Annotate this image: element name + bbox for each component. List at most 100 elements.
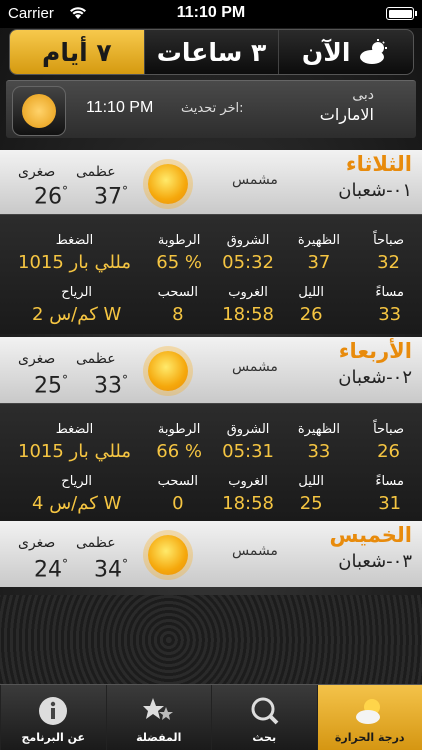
status-bar: Carrier 11:10 PM bbox=[0, 0, 422, 28]
weather-icon bbox=[355, 699, 380, 724]
wind-label: الرياح bbox=[61, 474, 93, 489]
update-time: 11:10 PM bbox=[86, 99, 154, 116]
max-value: 34° bbox=[94, 557, 128, 583]
wind-value: 2 كم/س W bbox=[32, 304, 122, 325]
min-value: 25° bbox=[34, 373, 68, 399]
night-label: الليل bbox=[298, 474, 324, 489]
sun-icon bbox=[148, 164, 188, 204]
sun-cloud-icon bbox=[360, 39, 388, 64]
clouds-label: السحب bbox=[157, 285, 198, 300]
update-label: اخر تحديث: bbox=[181, 101, 244, 116]
pressure-label: الضغط bbox=[55, 233, 94, 248]
tab-label: درجة الحرارة bbox=[334, 731, 405, 744]
morning-value: 32 bbox=[377, 252, 400, 273]
sunrise-label: الشروق bbox=[226, 233, 270, 248]
min-value: 24° bbox=[34, 557, 68, 583]
pressure-value: 1015 مللي بار bbox=[18, 441, 132, 462]
evening-value: 31 bbox=[378, 493, 402, 514]
tab-label: بحث bbox=[252, 731, 277, 744]
evening-label: مساءً bbox=[375, 285, 404, 300]
tab-label: المفضلة bbox=[136, 731, 182, 744]
min-label: صغرى bbox=[18, 535, 56, 551]
update-bar: 11:10 PM اخر تحديث: دبى الامارات bbox=[6, 80, 416, 138]
tab-3-hours[interactable]: ٣ ساعات bbox=[143, 30, 279, 74]
day-header[interactable]: الخميس ٠٣-شعبان مشمس عظمى صغرى 34° 24° bbox=[0, 521, 422, 587]
status-time: 11:10 PM bbox=[176, 4, 246, 21]
clouds-label: السحب bbox=[157, 474, 198, 489]
noon-value: 37 bbox=[307, 252, 331, 273]
pressure-label: الضغط bbox=[55, 422, 94, 437]
max-value: 37° bbox=[94, 184, 128, 210]
tab-search[interactable]: بحث bbox=[211, 685, 317, 750]
morning-value: 26 bbox=[377, 441, 400, 462]
day-hijri: ٠٣-شعبان bbox=[338, 551, 412, 572]
refresh-button[interactable] bbox=[12, 86, 66, 136]
humidity-value: 65 % bbox=[156, 252, 202, 273]
day-header[interactable]: الأربعاء ٠٢-شعبان مشمس عظمى صغرى 33° 25° bbox=[0, 337, 422, 403]
day-condition: مشمس bbox=[232, 172, 278, 188]
evening-value: 33 bbox=[378, 304, 402, 325]
tab-label: ٧ أيام bbox=[42, 37, 112, 67]
day-condition: مشمس bbox=[232, 359, 278, 375]
app-root: Carrier 11:10 PM ٧ أيام ٣ ساعات الآن 11:… bbox=[0, 0, 422, 750]
max-label: عظمى bbox=[76, 351, 116, 367]
min-label: صغرى bbox=[18, 351, 56, 367]
tab-about[interactable]: عن البرنامج bbox=[0, 685, 106, 750]
tab-label: عن البرنامج bbox=[21, 731, 85, 744]
humidity-value: 66 % bbox=[156, 441, 202, 462]
city-name: دبى bbox=[352, 87, 374, 103]
battery-icon bbox=[386, 7, 417, 20]
max-label: عظمى bbox=[76, 164, 116, 180]
day-header[interactable]: الثلاثاء ٠١-شعبان مشمس عظمى صغرى 37° 26° bbox=[0, 150, 422, 214]
noon-label: الظهيرة bbox=[297, 233, 340, 248]
evening-label: مساءً bbox=[375, 474, 404, 489]
day-name: الأربعاء bbox=[338, 339, 412, 363]
max-value: 33° bbox=[94, 373, 128, 399]
night-value: 25 bbox=[299, 493, 323, 514]
wind-value: 4 كم/س W bbox=[32, 493, 122, 514]
day-details: صباحاً 26 مساءً 31 الظهيرة 33 الليل 25 الشرو… bbox=[0, 403, 422, 521]
noon-value: 33 bbox=[307, 441, 331, 462]
pressure-value: 1015 مللي بار bbox=[18, 252, 132, 273]
info-icon bbox=[39, 697, 68, 725]
humidity-label: الرطوبة bbox=[157, 422, 201, 437]
refresh-icon bbox=[22, 94, 56, 128]
night-label: الليل bbox=[298, 285, 324, 300]
clouds-value: 0 bbox=[172, 493, 184, 514]
bottom-tab-bar: عن البرنامج المفضلة بحث درجة الحرارة bbox=[0, 684, 422, 750]
tab-now[interactable]: الآن bbox=[278, 30, 413, 74]
sunset-label: الغروب bbox=[228, 474, 268, 489]
clouds-value: 8 bbox=[172, 304, 184, 325]
day-hijri: ٠١-شعبان bbox=[338, 180, 412, 201]
min-label: صغرى bbox=[18, 164, 56, 180]
tab-label: ٣ ساعات bbox=[156, 37, 267, 67]
sunset-label: الغروب bbox=[228, 285, 268, 300]
sunset-value: 18:58 bbox=[222, 304, 274, 325]
morning-label: صباحاً bbox=[373, 233, 404, 248]
day-name: الثلاثاء bbox=[345, 152, 412, 176]
search-icon bbox=[251, 697, 279, 725]
sunrise-label: الشروق bbox=[226, 422, 270, 437]
humidity-label: الرطوبة bbox=[157, 233, 201, 248]
day-hijri: ٠٢-شعبان bbox=[338, 367, 412, 388]
country-name: الامارات bbox=[319, 105, 374, 124]
day-details: صباحاً 32 مساءً 33 الظهيرة 37 الليل 26 الشرو… bbox=[0, 214, 422, 334]
morning-label: صباحاً bbox=[373, 422, 404, 437]
day-name: الخميس bbox=[329, 523, 412, 547]
night-value: 26 bbox=[299, 304, 323, 325]
tab-favorites[interactable]: المفضلة bbox=[105, 685, 212, 750]
stars-icon bbox=[142, 698, 173, 720]
tab-label: الآن bbox=[301, 37, 351, 67]
sunrise-value: 05:31 bbox=[222, 441, 274, 462]
sunrise-value: 05:32 bbox=[222, 252, 274, 273]
noon-label: الظهيرة bbox=[297, 422, 340, 437]
segment-tabs: ٧ أيام ٣ ساعات الآن bbox=[9, 29, 414, 75]
sunset-value: 18:58 bbox=[222, 493, 274, 514]
tab-7-days[interactable]: ٧ أيام bbox=[10, 30, 144, 74]
day-condition: مشمس bbox=[232, 543, 278, 559]
min-value: 26° bbox=[34, 184, 68, 210]
wind-label: الرياح bbox=[61, 285, 93, 300]
background-map bbox=[0, 595, 422, 685]
tab-temperature[interactable]: درجة الحرارة bbox=[316, 685, 422, 750]
sun-icon bbox=[148, 535, 188, 575]
